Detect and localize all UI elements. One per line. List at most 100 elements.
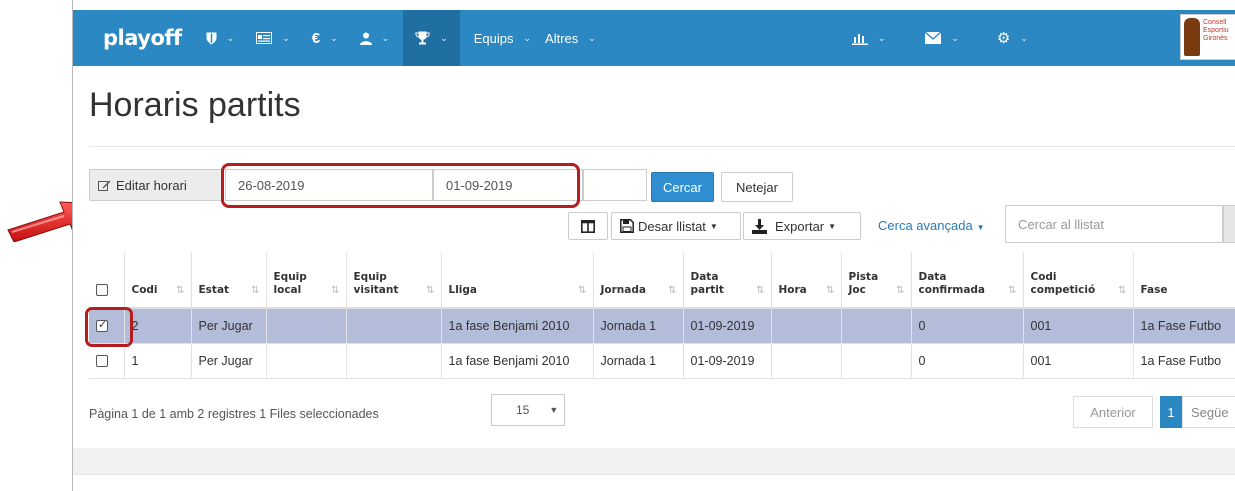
table-cell: 1	[124, 343, 192, 379]
chevron-down-icon: ⌄	[877, 32, 886, 43]
previous-page-button[interactable]: Anterior	[1073, 396, 1153, 428]
list-search-button[interactable]	[1223, 205, 1235, 243]
column-header[interactable]: Hora ⇅	[771, 252, 842, 309]
table-cell	[346, 343, 442, 379]
column-header[interactable]: Jornada ⇅	[593, 252, 684, 309]
chevron-down-icon: ⌄	[381, 32, 390, 43]
pagination-info: Pàgina 1 de 1 amb 2 registres 1 Files se…	[89, 407, 379, 421]
page-bottom	[73, 474, 1235, 491]
chevron-down-icon: ⌄	[1020, 32, 1028, 43]
chevron-down-icon: ⌄	[226, 32, 235, 43]
date-range-highlight	[221, 163, 580, 208]
page-size-value: 15	[516, 403, 530, 417]
row-select-cell[interactable]	[89, 343, 125, 379]
app-window: playoff ⌄ ⌄ € ⌄ ⌄ ⌄ Equips ⌄ Altres ⌄ ⌄ …	[72, 0, 1235, 491]
column-header[interactable]: Lliga ⇅	[441, 252, 594, 309]
table-cell: 2	[124, 308, 192, 344]
table-cell	[266, 308, 347, 344]
export-label: Exportar	[775, 218, 825, 234]
chevron-down-icon: ⌄	[440, 32, 448, 43]
column-header[interactable]: Data partit ⇅	[683, 252, 772, 309]
sort-icon: ⇅	[331, 285, 340, 296]
column-header[interactable]: Data confirmada ⇅	[911, 252, 1024, 309]
edit-icon	[98, 180, 111, 191]
sort-icon: ⇅	[756, 285, 765, 296]
table-cell	[266, 343, 347, 379]
table-cell: 1a Fase Futbo	[1133, 308, 1235, 344]
caret-down-icon: ▼	[709, 221, 718, 231]
page-1-button[interactable]: 1	[1160, 396, 1182, 428]
nav-equips-label: Equips	[473, 30, 514, 46]
nav-equips-menu[interactable]: Equips ⌄	[474, 10, 531, 66]
export-button[interactable]: Exportar ▼	[743, 212, 861, 240]
table-cell	[346, 308, 442, 344]
nav-settings-menu[interactable]: ⚙ ⌄	[997, 10, 1028, 66]
edit-schedule-label: Editar horari	[116, 177, 187, 193]
clear-button[interactable]: Netejar	[721, 172, 793, 202]
column-header[interactable]: Codi ⇅	[124, 252, 192, 309]
select-all-checkbox[interactable]	[96, 284, 108, 296]
chevron-down-icon: ⌄	[951, 32, 959, 43]
chevron-down-icon: ⌄	[282, 32, 290, 43]
caret-down-icon: ▼	[549, 405, 559, 415]
columns-toggle-button[interactable]	[568, 212, 608, 240]
table-row[interactable]: 1 Per Jugar 1a fase Benjami 2010 Jornada…	[89, 343, 1235, 379]
nav-card-menu[interactable]: ⌄	[256, 10, 290, 66]
column-header[interactable]: Equip visitant ⇅	[346, 252, 442, 309]
column-header[interactable]: Estat ⇅	[191, 252, 267, 309]
table-cell: 1a Fase Futbo	[1133, 343, 1235, 379]
chevron-down-icon: ⌄	[330, 32, 338, 43]
columns-icon	[581, 219, 595, 233]
column-header[interactable]: Fase	[1133, 252, 1235, 309]
table-row[interactable]: 2 Per Jugar 1a fase Benjami 2010 Jornada…	[89, 308, 1235, 344]
euro-icon: €	[311, 29, 321, 47]
column-header[interactable]: Pista Joc ⇅	[841, 252, 912, 309]
title-divider	[89, 146, 1235, 147]
sort-icon: ⇅	[426, 285, 435, 296]
table-cell	[771, 308, 842, 344]
advanced-search-link[interactable]: Cerca avançada ▼	[878, 218, 985, 233]
envelope-icon	[925, 32, 942, 44]
save-list-label: Desar llistat	[638, 218, 706, 234]
sort-icon: ⇅	[251, 285, 260, 296]
nav-stats-menu[interactable]: ⌄	[851, 10, 886, 66]
edit-schedule-button[interactable]: Editar horari	[89, 169, 223, 201]
nav-mail-menu[interactable]: ⌄	[925, 10, 959, 66]
nav-trophy-menu[interactable]: ⌄	[403, 10, 460, 66]
table-cell: 0	[911, 308, 1024, 344]
nav-shield-menu[interactable]: ⌄	[206, 10, 235, 66]
chevron-down-icon: ⌄	[588, 32, 596, 43]
row-checkbox[interactable]	[96, 355, 108, 368]
nav-euro-menu[interactable]: € ⌄	[312, 10, 338, 66]
save-list-button[interactable]: Desar llistat ▼	[611, 212, 741, 240]
brand-logo[interactable]: playoff	[103, 26, 182, 50]
extra-filter-input[interactable]	[583, 169, 647, 201]
chevron-down-icon: ⌄	[523, 32, 532, 43]
table-cell	[841, 308, 912, 344]
table-cell: Jornada 1	[593, 343, 684, 379]
organization-logo[interactable]: Consell Esportiu Gironès	[1180, 14, 1235, 60]
nav-user-menu[interactable]: ⌄	[359, 10, 390, 66]
nav-altres-menu[interactable]: Altres ⌄	[545, 10, 596, 66]
list-search-input[interactable]: Cercar al llistat	[1005, 205, 1223, 243]
page-title: Horaris partits	[89, 86, 301, 124]
column-header[interactable]: Equip local ⇅	[266, 252, 347, 309]
select-all-header[interactable]	[89, 252, 125, 309]
id-card-icon	[256, 32, 273, 44]
column-header[interactable]: Codi competició ⇅	[1023, 252, 1134, 309]
sort-icon: ⇅	[1008, 285, 1017, 296]
shield-icon	[206, 32, 217, 44]
footer-band	[73, 448, 1235, 474]
table-cell: 1a fase Benjami 2010	[441, 308, 594, 344]
next-page-button[interactable]: Següe	[1182, 396, 1235, 428]
trophy-icon	[415, 31, 430, 45]
search-button[interactable]: Cercar	[651, 172, 714, 202]
table-cell: 001	[1023, 343, 1134, 379]
table-cell: Per Jugar	[191, 308, 267, 344]
top-navbar: playoff ⌄ ⌄ € ⌄ ⌄ ⌄ Equips ⌄ Altres ⌄ ⌄ …	[73, 0, 1235, 76]
page-size-select[interactable]: 15 ▼	[491, 394, 565, 426]
table-header-row: Codi ⇅ Estat ⇅ Equip local ⇅ Equip visitant ⇅ …	[89, 252, 1235, 309]
table-cell: Per Jugar	[191, 343, 267, 379]
gear-icon: ⚙	[996, 30, 1011, 47]
table-cell	[771, 343, 842, 379]
